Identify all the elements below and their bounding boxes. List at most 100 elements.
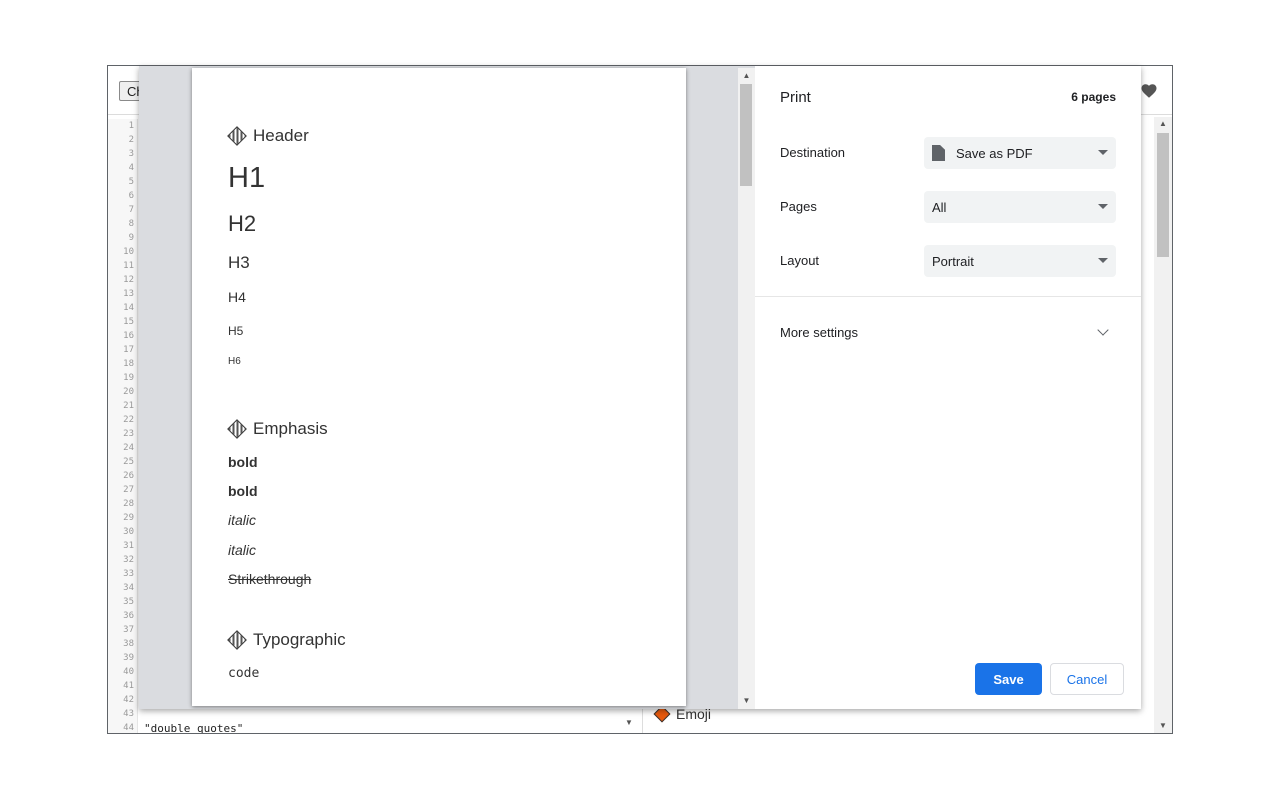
dialog-title: Print <box>780 89 811 106</box>
line-number: 21 <box>123 401 134 411</box>
line-number: 2 <box>128 135 134 145</box>
more-settings-toggle[interactable]: More settings <box>755 317 1141 349</box>
line-number: 12 <box>123 275 134 285</box>
line-number: 30 <box>123 527 134 537</box>
code-sample: code <box>228 666 260 681</box>
page-count: 6 pages <box>1071 90 1116 104</box>
line-number: 10 <box>123 247 134 257</box>
line-number: 40 <box>123 667 134 677</box>
editor-scroll-down-arrow[interactable]: ▼ <box>620 716 638 730</box>
line-number: 36 <box>123 611 134 621</box>
line-number: 29 <box>123 513 134 523</box>
print-settings-panel: Print 6 pages Destination Save as PDF Pa… <box>755 66 1141 709</box>
line-number: 27 <box>123 485 134 495</box>
more-settings-label: More settings <box>780 325 859 340</box>
line-number: 7 <box>128 205 134 215</box>
diamond-icon <box>227 126 247 146</box>
file-icon <box>932 145 945 161</box>
line-number: 19 <box>123 373 134 383</box>
destination-value: Save as PDF <box>956 145 1033 161</box>
line-number-gutter: 1 2 3 4 5 6 7 8 9 10 11 12 13 14 15 16 17 18 19 20 21 22 23 24 2… <box>108 119 138 733</box>
line-number: 31 <box>123 541 134 551</box>
scrollbar-thumb[interactable] <box>740 84 752 186</box>
line-number: 42 <box>123 695 134 705</box>
line-number: 32 <box>123 555 134 565</box>
line-number: 4 <box>128 163 134 173</box>
scroll-down-arrow[interactable]: ▼ <box>738 694 755 708</box>
line-number: 33 <box>123 569 134 579</box>
line-number: 9 <box>128 233 134 243</box>
line-number: 16 <box>123 331 134 341</box>
line-number: 18 <box>123 359 134 369</box>
header-heading: Header <box>227 126 309 146</box>
scroll-down-arrow[interactable]: ▼ <box>1154 719 1172 733</box>
scrollbar-thumb[interactable] <box>1157 133 1169 257</box>
line-number: 25 <box>123 457 134 467</box>
line-number: 20 <box>123 387 134 397</box>
h4-sample: H4 <box>228 289 246 305</box>
line-number: 43 <box>123 709 134 719</box>
line-number: 8 <box>128 219 134 229</box>
chevron-down-icon <box>1097 324 1109 336</box>
line-number: 17 <box>123 345 134 355</box>
emphasis-heading: Emphasis <box>227 419 328 439</box>
pages-label: Pages <box>780 199 817 214</box>
preview-page: Header H1 H2 H3 H4 H5 H6 Emphasis bold b… <box>192 68 686 706</box>
line-number: 1 <box>128 121 134 131</box>
diamond-icon <box>227 630 247 650</box>
italic-sample: italic <box>228 542 257 558</box>
line-number: 34 <box>123 583 134 593</box>
layout-value: Portrait <box>932 253 974 269</box>
h5-sample: H5 <box>228 324 244 338</box>
print-dialog: Header H1 H2 H3 H4 H5 H6 Emphasis bold b… <box>139 66 1141 709</box>
layout-select[interactable]: Portrait <box>924 245 1116 277</box>
line-number: 24 <box>123 443 134 453</box>
diamond-icon <box>227 419 247 439</box>
line-number: 38 <box>123 639 134 649</box>
pages-value: All <box>932 199 947 215</box>
heart-icon[interactable] <box>1140 82 1158 100</box>
save-button[interactable]: Save <box>975 663 1042 695</box>
dropdown-arrow-icon <box>1098 258 1108 263</box>
line-number: 13 <box>123 289 134 299</box>
h2-sample: H2 <box>228 211 257 236</box>
scroll-up-arrow[interactable]: ▲ <box>1154 117 1172 131</box>
scroll-up-arrow[interactable]: ▲ <box>738 69 755 83</box>
emphasis-heading-label: Emphasis <box>253 419 328 438</box>
destination-select[interactable]: Save as PDF <box>924 137 1116 169</box>
line-number: 26 <box>123 471 134 481</box>
line-number: 3 <box>128 149 134 159</box>
line-number: 28 <box>123 499 134 509</box>
preview-scrollbar[interactable]: ▲ ▼ <box>738 68 755 709</box>
print-preview-area: Header H1 H2 H3 H4 H5 H6 Emphasis bold b… <box>139 66 755 709</box>
line-number: 35 <box>123 597 134 607</box>
dropdown-arrow-icon <box>1098 204 1108 209</box>
line-number: 37 <box>123 625 134 635</box>
line-number: 23 <box>123 429 134 439</box>
dropdown-arrow-icon <box>1098 150 1108 155</box>
line-number: 44 <box>123 723 134 733</box>
line-number: 5 <box>128 177 134 187</box>
h1-sample: H1 <box>228 162 266 194</box>
line-number: 41 <box>123 681 134 691</box>
italic-sample: italic <box>228 512 257 528</box>
line-number: 22 <box>123 415 134 425</box>
line-number: 39 <box>123 653 134 663</box>
layout-label: Layout <box>780 253 820 268</box>
settings-divider <box>755 296 1141 297</box>
pages-select[interactable]: All <box>924 191 1116 223</box>
line-number: 6 <box>128 191 134 201</box>
line-number: 15 <box>123 317 134 327</box>
strikethrough-sample: Strikethrough <box>228 571 312 587</box>
line-number: 14 <box>123 303 134 313</box>
cancel-button[interactable]: Cancel <box>1050 663 1124 695</box>
editor-code-line[interactable]: "double quotes" <box>144 722 243 733</box>
line-number: 11 <box>123 261 134 271</box>
h6-sample: H6 <box>228 356 241 367</box>
preview-pane-scrollbar[interactable]: ▲ ▼ <box>1154 117 1172 733</box>
bold-sample: bold <box>228 454 258 470</box>
typographic-heading-label: Typographic <box>253 630 346 649</box>
h3-sample: H3 <box>228 253 250 272</box>
typographic-heading: Typographic <box>227 630 346 650</box>
bold-sample: bold <box>228 483 258 499</box>
